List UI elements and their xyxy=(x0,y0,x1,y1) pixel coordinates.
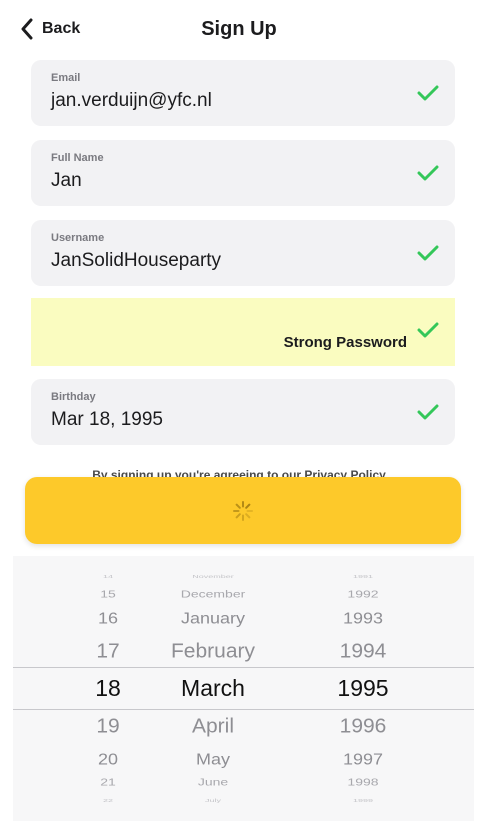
picker-year-option[interactable]: 1994 xyxy=(308,641,418,661)
email-value[interactable]: jan.verduijn@yfc.nl xyxy=(51,90,212,112)
checkmark-icon xyxy=(417,244,439,267)
picker-year-option[interactable]: 1996 xyxy=(308,716,418,736)
picker-year-option[interactable]: 1997 xyxy=(308,751,418,767)
password-strength-label: Strong Password xyxy=(283,334,407,351)
checkmark-icon xyxy=(417,321,439,344)
email-label: Email xyxy=(51,72,81,84)
picker-month-column[interactable]: November December January February March Apri… xyxy=(133,556,293,821)
picker-month-option[interactable]: November xyxy=(133,574,293,579)
checkmark-icon xyxy=(417,164,439,187)
username-label: Username xyxy=(51,232,105,244)
picker-month-option[interactable]: July xyxy=(133,798,293,803)
picker-year-option[interactable]: 1999 xyxy=(308,798,418,803)
username-field[interactable]: Username JanSolidHouseparty xyxy=(31,220,455,286)
picker-year-option[interactable]: 1992 xyxy=(308,589,418,599)
email-field[interactable]: Email jan.verduijn@yfc.nl xyxy=(31,60,455,126)
picker-year-option[interactable]: 1991 xyxy=(308,574,418,579)
picker-month-option[interactable]: May xyxy=(133,751,293,767)
birthday-label: Birthday xyxy=(51,391,96,403)
picker-month-option[interactable]: February xyxy=(133,641,293,661)
picker-month-option[interactable]: April xyxy=(133,716,293,736)
checkmark-icon xyxy=(417,403,439,426)
picker-month-option[interactable]: June xyxy=(133,777,293,787)
spinner-icon xyxy=(232,500,254,522)
sign-up-button[interactable] xyxy=(25,477,461,544)
birthday-value[interactable]: Mar 18, 1995 xyxy=(51,409,163,431)
picker-month-selected[interactable]: March xyxy=(133,676,293,700)
page-title: Sign Up xyxy=(201,18,277,40)
full-name-field[interactable]: Full Name Jan xyxy=(31,140,455,206)
full-name-label: Full Name xyxy=(51,152,104,164)
password-field[interactable]: Strong Password xyxy=(31,298,455,366)
birthday-date-picker[interactable]: 14 15 16 17 18 19 20 21 22 November December Janua… xyxy=(13,556,474,821)
picker-year-selected[interactable]: 1995 xyxy=(308,676,418,700)
picker-year-option[interactable]: 1998 xyxy=(308,777,418,787)
navigation-bar: Back Sign Up xyxy=(0,0,478,62)
picker-month-option[interactable]: December xyxy=(133,589,293,599)
picker-year-option[interactable]: 1993 xyxy=(308,610,418,626)
picker-year-column[interactable]: 1991 1992 1993 1994 1995 1996 1997 1998 1999 xyxy=(308,556,418,821)
picker-month-option[interactable]: January xyxy=(133,610,293,626)
checkmark-icon xyxy=(417,84,439,107)
birthday-field[interactable]: Birthday Mar 18, 1995 xyxy=(31,379,455,445)
full-name-value[interactable]: Jan xyxy=(51,170,82,192)
username-value[interactable]: JanSolidHouseparty xyxy=(51,250,221,272)
